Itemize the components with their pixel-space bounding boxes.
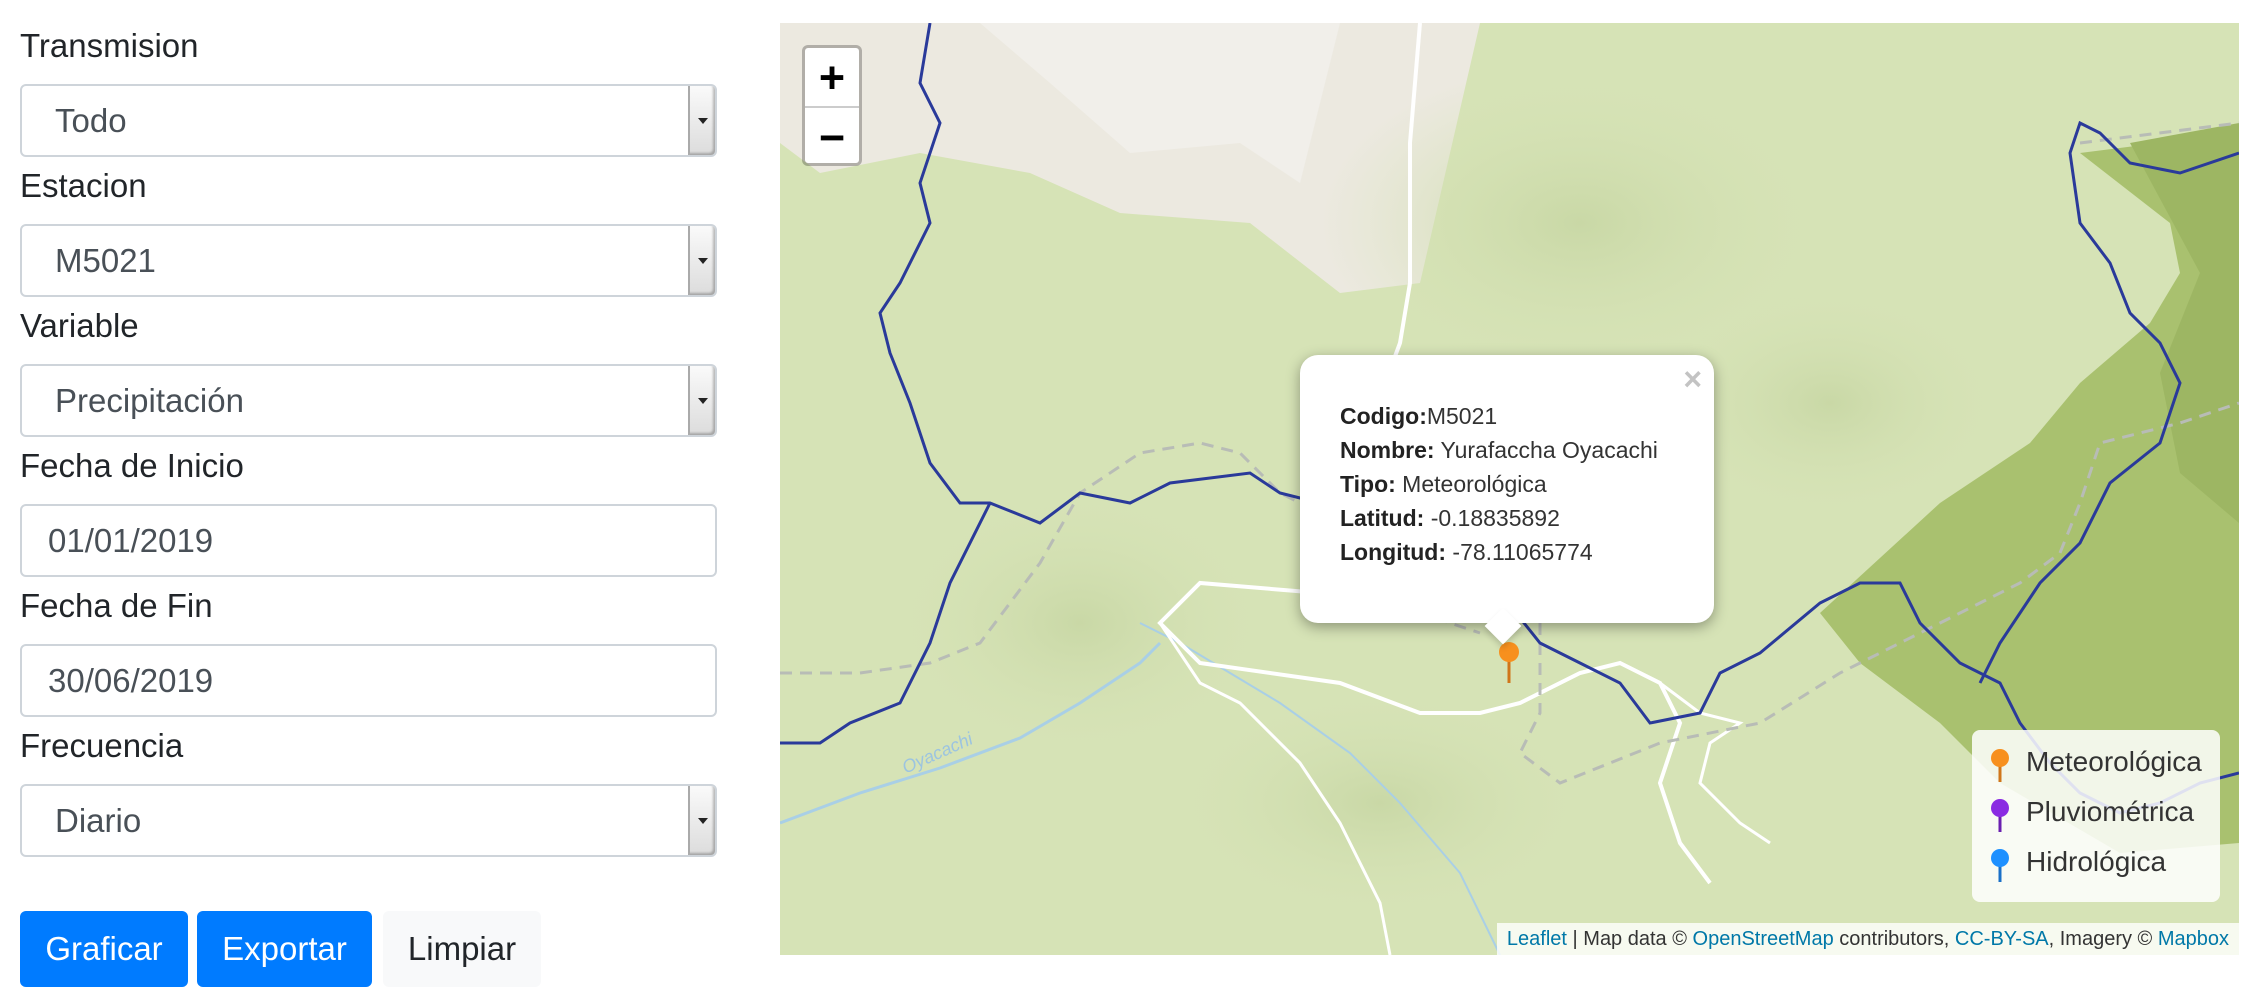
leaflet-link[interactable]: Leaflet [1507, 928, 1567, 950]
graficar-button[interactable]: Graficar [20, 911, 188, 987]
purple-pin-icon [1991, 799, 2009, 832]
legend-label: Hidrológica [2026, 846, 2167, 877]
transmision-select[interactable]: Todo [20, 84, 717, 157]
codigo-value: M5021 [1426, 403, 1498, 429]
fecha-fin-label: Fecha de Fin [20, 587, 213, 624]
frecuencia-value: Diario [55, 802, 142, 839]
map-attribution: Leaflet | Map data © OpenStreetMap contr… [1496, 923, 2239, 955]
license-link[interactable]: CC-BY-SA [1955, 928, 2049, 950]
nombre-value: Yurafaccha Oyacachi [1434, 437, 1658, 463]
legend-label: Pluviométrica [2026, 796, 2195, 827]
variable-label: Variable [20, 307, 139, 344]
latitud-key: Latitud: [1340, 505, 1425, 531]
fecha-inicio-label: Fecha de Inicio [20, 447, 244, 484]
zoom-control: + − [802, 45, 862, 166]
longitud-value: -78.11065774 [1446, 539, 1593, 565]
codigo-key: Codigo: [1340, 403, 1427, 429]
fecha-inicio-value: 01/01/2019 [48, 522, 214, 559]
fecha-fin-value: 30/06/2019 [48, 662, 214, 699]
popup-latitud: Latitud: -0.18835892 [1340, 501, 1658, 535]
chevron-down-icon[interactable] [688, 786, 715, 855]
tipo-value: Meteorológica [1395, 471, 1547, 497]
popup-codigo: Codigo:M5021 [1340, 399, 1658, 433]
popup-nombre: Nombre: Yurafaccha Oyacachi [1340, 433, 1658, 467]
longitud-key: Longitud: [1340, 539, 1447, 565]
variable-select[interactable]: Precipitación [20, 364, 717, 437]
blue-pin-icon [1991, 849, 2009, 882]
frecuencia-label: Frecuencia [20, 727, 184, 764]
chevron-down-icon[interactable] [688, 226, 715, 295]
latitud-value: -0.18835892 [1424, 505, 1560, 531]
close-icon[interactable]: × [1683, 361, 1702, 398]
exportar-button[interactable]: Exportar [197, 911, 372, 987]
openstreetmap-link[interactable]: OpenStreetMap [1693, 928, 1834, 950]
chevron-down-icon[interactable] [688, 366, 715, 435]
station-popup: × Codigo:M5021 Nombre: Yurafaccha Oyacac… [1300, 355, 1714, 645]
estacion-value: M5021 [55, 242, 156, 279]
variable-value: Precipitación [55, 382, 244, 419]
zoom-out-button[interactable]: − [805, 106, 859, 166]
estacion-select[interactable]: M5021 [20, 224, 717, 297]
orange-pin-icon [1991, 749, 2009, 782]
attribution-text: , Imagery © [2048, 928, 2158, 950]
legend-label: Meteorológica [2026, 746, 2202, 777]
transmision-value: Todo [55, 102, 127, 139]
map-view[interactable]: Oyacachi + − × Codigo:M5021 Nombre: Yura… [780, 23, 2239, 955]
chevron-down-icon[interactable] [688, 86, 715, 155]
fecha-inicio-input[interactable]: 01/01/2019 [20, 504, 717, 577]
attribution-text: contributors, [1833, 928, 1955, 950]
attribution-text: | Map data © [1566, 928, 1693, 950]
popup-tipo: Tipo: Meteorológica [1340, 467, 1658, 501]
tipo-key: Tipo: [1340, 471, 1396, 497]
station-marker[interactable] [1498, 641, 1520, 683]
limpiar-button[interactable]: Limpiar [383, 911, 541, 987]
fecha-fin-input[interactable]: 30/06/2019 [20, 644, 717, 717]
nombre-key: Nombre: [1340, 437, 1435, 463]
mapbox-link[interactable]: Mapbox [2158, 928, 2229, 950]
map-legend: Meteorológica Pluviométrica Hidrológica [1972, 730, 2220, 902]
estacion-label: Estacion [20, 167, 147, 204]
popup-content: Codigo:M5021 Nombre: Yurafaccha Oyacachi… [1340, 399, 1658, 569]
zoom-in-button[interactable]: + [805, 48, 859, 106]
popup-longitud: Longitud: -78.11065774 [1340, 535, 1658, 569]
frecuencia-select[interactable]: Diario [20, 784, 717, 857]
transmision-label: Transmision [20, 27, 199, 64]
